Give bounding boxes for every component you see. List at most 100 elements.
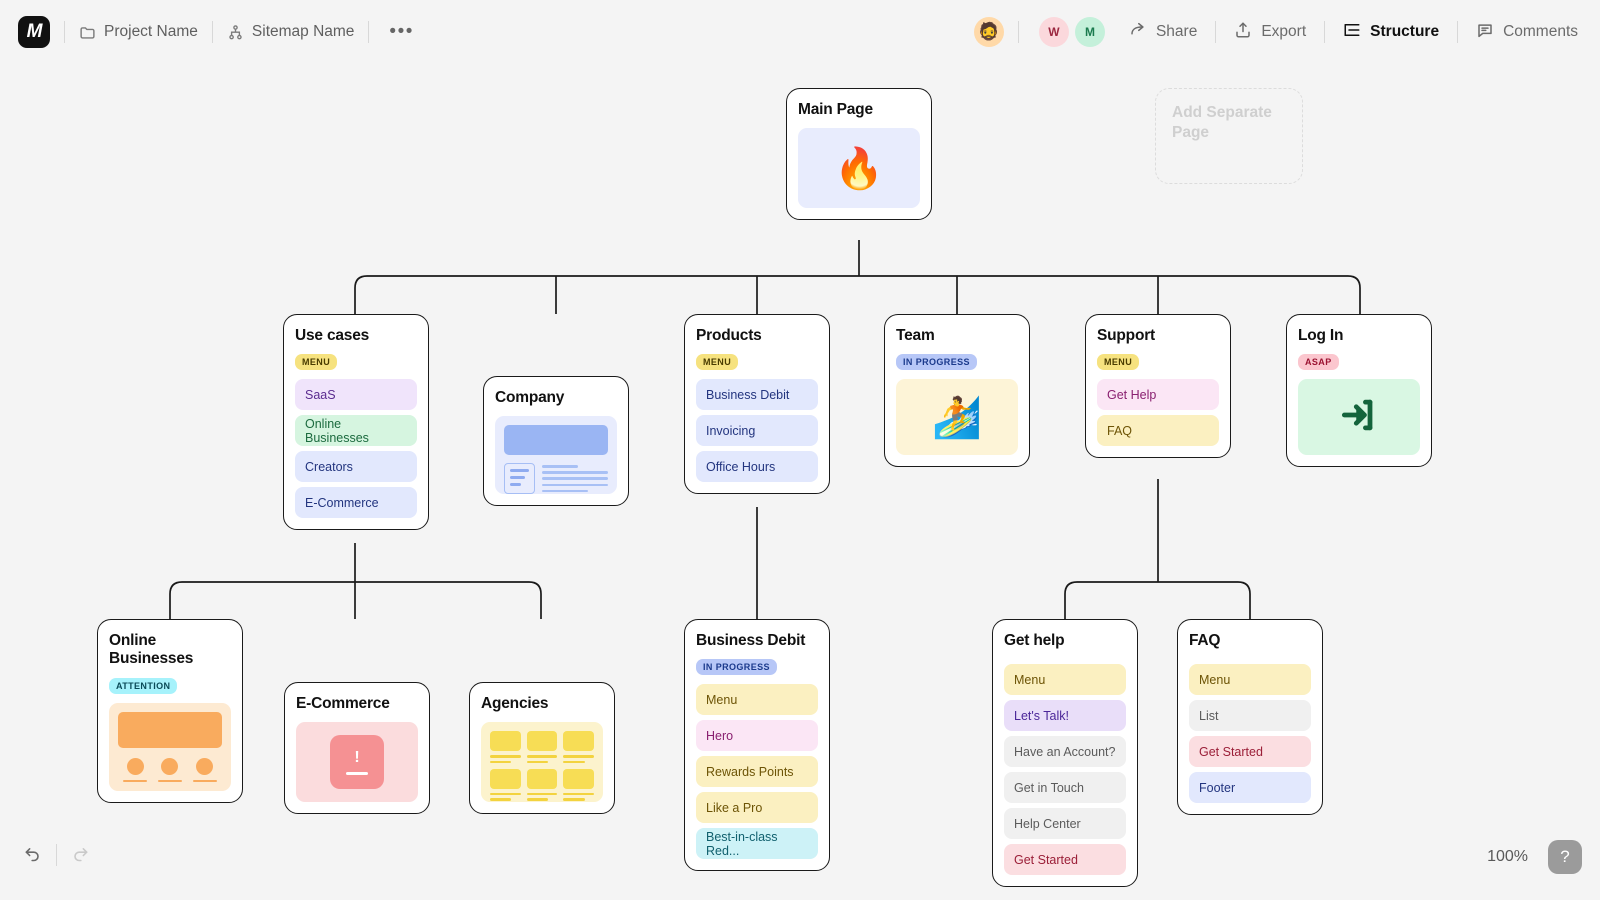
status-badge: IN PROGRESS — [896, 354, 977, 371]
share-button[interactable]: Share — [1125, 21, 1201, 44]
list-item[interactable]: Get Started — [1004, 844, 1126, 876]
page-card-online-businesses[interactable]: Online Businesses ATTENTION — [97, 619, 243, 803]
undo-button[interactable] — [18, 840, 48, 870]
card-rows: Get Help FAQ — [1097, 379, 1219, 447]
top-header-bar: M Project Name Sitemap Name ••• 🧔 W M Sh… — [0, 0, 1600, 64]
sitemap-canvas[interactable]: Main Page 🔥 Add Separate Page Use cases … — [0, 64, 1600, 900]
page-card-products[interactable]: Products MENU Business Debit Invoicing O… — [684, 314, 830, 495]
card-title: Use cases — [295, 327, 370, 344]
breadcrumb-sitemap[interactable]: Sitemap Name — [227, 23, 355, 41]
status-badge: MENU — [1097, 354, 1140, 371]
list-item[interactable]: Online Businesses — [295, 415, 417, 447]
help-button[interactable]: ? — [1548, 840, 1582, 874]
thumbnail-surfer-emoji: 🏄 — [896, 379, 1018, 456]
list-item[interactable]: Get in Touch — [1004, 772, 1126, 804]
header-divider — [64, 21, 65, 43]
comments-button[interactable]: Comments — [1472, 21, 1582, 44]
add-separate-page-placeholder[interactable]: Add Separate Page — [1155, 88, 1303, 184]
list-item[interactable]: Help Center — [1004, 808, 1126, 840]
card-title: Agencies — [481, 695, 549, 712]
list-item[interactable]: Best-in-class Red... — [696, 828, 818, 860]
list-item[interactable]: Get Started — [1189, 736, 1311, 768]
list-item[interactable]: List — [1189, 700, 1311, 732]
card-title: Company — [495, 389, 565, 406]
zoom-controls: 100% ? — [1487, 840, 1582, 874]
list-item[interactable]: Creators — [295, 451, 417, 483]
list-item[interactable]: Get Help — [1097, 379, 1219, 411]
list-item[interactable]: SaaS — [295, 379, 417, 411]
thumbnail-fire-emoji: 🔥 — [798, 128, 920, 209]
zoom-level-label[interactable]: 100% — [1487, 848, 1528, 866]
app-logo-icon[interactable]: M — [18, 16, 50, 48]
list-item[interactable]: Invoicing — [696, 415, 818, 447]
project-name-label: Project Name — [104, 23, 198, 40]
card-title: Business Debit — [696, 632, 806, 649]
user-avatar-photo[interactable]: 🧔 — [973, 17, 1004, 47]
card-title: Get help — [1004, 632, 1065, 649]
list-item[interactable]: Menu — [696, 684, 818, 716]
add-separate-page-label: Add Separate Page — [1172, 104, 1272, 142]
history-controls — [18, 840, 95, 870]
user-avatar-w[interactable]: W — [1038, 17, 1069, 47]
thumbnail-grid-cards — [481, 722, 603, 803]
list-item[interactable]: Rewards Points — [696, 756, 818, 788]
list-item[interactable]: Menu — [1189, 664, 1311, 696]
list-item[interactable]: Business Debit — [696, 379, 818, 411]
status-badge: ATTENTION — [109, 677, 178, 694]
page-card-business-debit[interactable]: Business Debit IN PROGRESS Menu Hero Rew… — [684, 619, 830, 872]
header-divider-4 — [1017, 21, 1019, 43]
card-title: Products — [696, 327, 762, 344]
list-item[interactable]: Have an Account? — [1004, 736, 1126, 768]
card-title: Log In — [1298, 327, 1344, 344]
structure-label: Structure — [1370, 23, 1440, 40]
export-button[interactable]: Export — [1230, 21, 1310, 44]
breadcrumb-project[interactable]: Project Name — [79, 23, 198, 41]
header-divider-2 — [211, 21, 213, 43]
thumbnail-profile-cards — [109, 702, 231, 791]
card-rows: SaaS Online Businesses Creators E-Commer… — [295, 379, 417, 519]
page-card-faq[interactable]: FAQ Menu List Get Started Footer — [1177, 619, 1323, 816]
thumbnail-company-layout — [495, 416, 617, 495]
export-label: Export — [1261, 23, 1307, 40]
page-card-team[interactable]: Team IN PROGRESS 🏄 — [884, 314, 1030, 468]
page-card-support[interactable]: Support MENU Get Help FAQ — [1085, 314, 1231, 459]
list-item[interactable]: Let's Talk! — [1004, 700, 1126, 732]
page-card-main-page[interactable]: Main Page 🔥 — [786, 88, 932, 221]
footer-divider — [56, 844, 57, 866]
page-card-log-in[interactable]: Log In ASAP — [1286, 314, 1432, 468]
structure-icon — [1343, 21, 1361, 44]
comments-label: Comments — [1503, 23, 1578, 40]
export-upload-icon — [1234, 21, 1252, 44]
thumbnail-login-icon — [1298, 379, 1420, 456]
list-item[interactable]: E-Commerce — [295, 487, 417, 519]
page-card-use-cases[interactable]: Use cases MENU SaaS Online Businesses Cr… — [283, 314, 429, 531]
share-arrow-icon — [1129, 21, 1147, 44]
more-options-button[interactable]: ••• — [383, 22, 419, 41]
header-divider-6 — [1324, 21, 1326, 43]
list-item[interactable]: Menu — [1004, 664, 1126, 696]
list-item[interactable]: Footer — [1189, 772, 1311, 804]
structure-button[interactable]: Structure — [1339, 21, 1443, 44]
redo-button[interactable] — [65, 840, 95, 870]
list-item[interactable]: FAQ — [1097, 415, 1219, 447]
list-item[interactable]: Office Hours — [696, 451, 818, 483]
card-rows: Menu Let's Talk! Have an Account? Get in… — [1004, 664, 1126, 876]
page-card-get-help[interactable]: Get help Menu Let's Talk! Have an Accoun… — [992, 619, 1138, 888]
list-item[interactable]: Like a Pro — [696, 792, 818, 824]
app-root: M Project Name Sitemap Name ••• 🧔 W M Sh… — [0, 0, 1600, 900]
page-card-company[interactable]: Company — [483, 376, 629, 507]
header-divider-5 — [1215, 21, 1217, 43]
page-card-e-commerce[interactable]: E-Commerce ! — [284, 682, 430, 815]
card-title: E-Commerce — [296, 695, 390, 712]
status-badge: MENU — [696, 354, 739, 371]
sitemap-name-label: Sitemap Name — [251, 23, 355, 40]
page-card-agencies[interactable]: Agencies — [469, 682, 615, 815]
header-divider-7 — [1457, 21, 1459, 43]
undo-icon — [23, 843, 43, 868]
folder-icon — [79, 24, 96, 41]
header-divider-3 — [368, 21, 370, 43]
status-badge: ASAP — [1298, 354, 1339, 371]
card-title: Support — [1097, 327, 1156, 344]
user-avatar-m[interactable]: M — [1074, 17, 1105, 47]
list-item[interactable]: Hero — [696, 720, 818, 752]
